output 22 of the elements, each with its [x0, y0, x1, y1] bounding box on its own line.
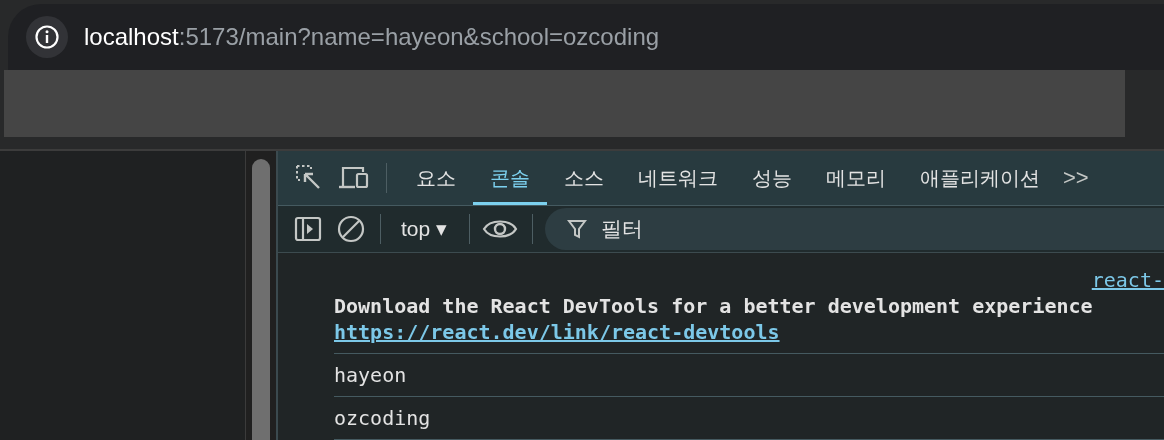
info-icon[interactable]	[26, 16, 68, 58]
devtools-tab[interactable]: 성능	[735, 151, 809, 205]
scrollbar-thumb[interactable]	[252, 159, 270, 440]
eye-icon[interactable]	[482, 217, 519, 241]
devtools-tab[interactable]: 애플리케이션	[903, 151, 1057, 205]
devtools-tab[interactable]: 요소	[399, 151, 473, 205]
clear-icon[interactable]	[336, 214, 366, 244]
url-text: localhost:5173/main?name=hayeon&school=ozcoding	[84, 23, 660, 51]
devtools-link[interactable]: https://react.dev/link/react-devtools	[334, 319, 780, 345]
filter-field[interactable]: 필터	[545, 208, 1164, 250]
devtools-tab[interactable]: 소스	[547, 151, 621, 205]
console-message: Download the React DevTools for a better development experience	[334, 293, 1094, 319]
context-dropdown[interactable]: top ▾	[393, 217, 456, 241]
source-link[interactable]: react-	[1091, 268, 1164, 292]
devtools-tab[interactable]: 네트워크	[621, 151, 735, 205]
devtools-tab[interactable]: 메모리	[809, 151, 903, 205]
sidebar-icon[interactable]	[294, 215, 322, 243]
more-tabs-button[interactable]: >>	[1057, 165, 1095, 191]
filter-icon	[567, 218, 588, 240]
console-message: ozcoding	[334, 397, 1164, 440]
address-bar[interactable]: localhost:5173/main?name=hayeon&school=ozcoding	[8, 4, 1164, 70]
console-message: hayeon	[334, 354, 1164, 397]
